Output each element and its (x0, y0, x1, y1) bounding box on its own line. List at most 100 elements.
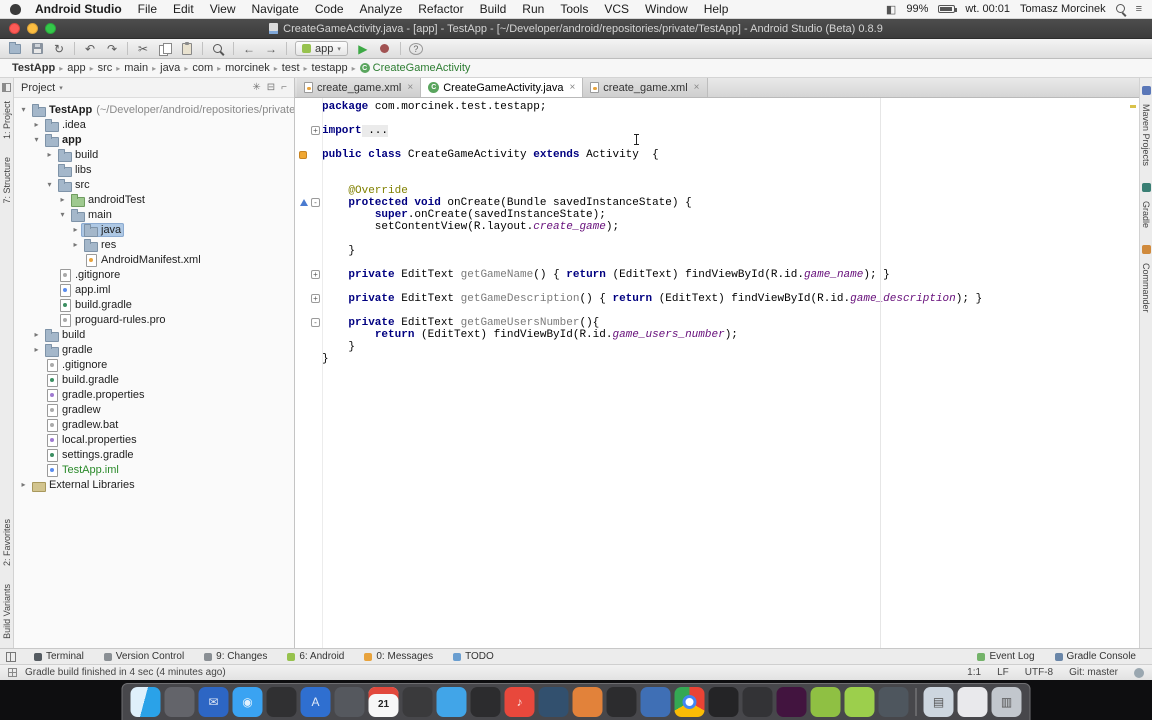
tree-item-java[interactable]: java (81, 223, 124, 237)
dock-app-quicktime[interactable] (879, 687, 909, 717)
dock-app-maps[interactable] (539, 687, 569, 717)
toolwindow-button-gradle-console[interactable]: Gradle Console (1045, 651, 1146, 662)
editor-tab-creategameactivity-java[interactable]: CCreateGameActivity.java× (421, 78, 583, 97)
tree-item-libs[interactable]: libs (55, 163, 95, 177)
code-line[interactable]: +import ... (295, 125, 1139, 137)
toolbar-help-button[interactable]: ? (409, 43, 423, 55)
tree-row-androidmanifest-xml[interactable]: AndroidManifest.xml (14, 252, 294, 267)
toolwindow-button-event-log[interactable]: Event Log (967, 651, 1044, 662)
tree-item-gradlew-bat[interactable]: gradlew.bat (42, 418, 121, 432)
code-line[interactable] (295, 113, 1139, 125)
code-line[interactable] (295, 281, 1139, 293)
dock-app-facetime[interactable] (607, 687, 637, 717)
status-message[interactable]: Gradle build finished in 4 sec (4 minute… (25, 667, 226, 678)
settings-gear-icon[interactable]: ✳ (252, 82, 260, 93)
menu-analyze[interactable]: Analyze (352, 2, 411, 16)
tool-strip-2-favorites[interactable]: 2: Favorites (2, 519, 12, 566)
encoding-indicator[interactable]: UTF-8 (1025, 667, 1053, 678)
tree-item-res[interactable]: res (81, 238, 119, 252)
breadcrumb-creategameactivity[interactable]: CCreateGameActivity (356, 62, 475, 74)
tree-collapse-arrow[interactable]: ▾ (18, 105, 29, 114)
tree-item-app-iml[interactable]: app.iml (55, 283, 113, 297)
breadcrumb-com[interactable]: com (188, 62, 217, 74)
menu-window[interactable]: Window (637, 2, 696, 16)
tool-strip-7-structure[interactable]: 7: Structure (2, 157, 12, 204)
run-configuration-selector[interactable]: app▾ (295, 41, 348, 56)
override-marker-icon[interactable] (300, 199, 308, 206)
tree-row-build-gradle[interactable]: build.gradle (14, 297, 294, 312)
menu-view[interactable]: View (202, 2, 244, 16)
dock-app-notes[interactable] (403, 687, 433, 717)
dock-app-trash[interactable]: ▥ (992, 687, 1022, 717)
code-editor[interactable]: package com.morcinek.test.testapp;+impor… (295, 98, 1139, 648)
tool-strip-build-variants[interactable]: Build Variants (2, 584, 12, 639)
toolwindow-button-0-messages[interactable]: 0: Messages (354, 649, 443, 664)
toolbar-run-button[interactable]: ▶ (356, 41, 370, 57)
tree-row-settings-gradle[interactable]: settings.gradle (14, 447, 294, 462)
tree-row-testapp-iml[interactable]: TestApp.iml (14, 462, 294, 477)
dock-app-android-studio[interactable] (811, 687, 841, 717)
dock-app-app-store[interactable]: A (301, 687, 331, 717)
menu-code[interactable]: Code (307, 2, 352, 16)
tool-window-icon[interactable] (2, 83, 11, 92)
code-line[interactable] (295, 137, 1139, 149)
tool-strip-commander[interactable]: Commander (1141, 263, 1151, 313)
tree-item-testapp[interactable]: TestApp(~/Developer/android/repositories… (29, 103, 294, 117)
toolbar-open-button[interactable] (8, 41, 22, 57)
dock-app-messages[interactable] (437, 687, 467, 717)
dock-app-ibooks[interactable] (573, 687, 603, 717)
toolwindow-button-terminal[interactable]: Terminal (24, 649, 94, 664)
menubar-user[interactable]: Tomasz Morcinek (1020, 3, 1106, 15)
dock-app-app-blue[interactable] (641, 687, 671, 717)
code-line[interactable] (295, 233, 1139, 245)
dock-app-documents[interactable]: ▤ (924, 687, 954, 717)
dock-app-mail[interactable]: ✉ (199, 687, 229, 717)
tree-row-src[interactable]: ▾src (14, 177, 294, 192)
breadcrumb-testapp[interactable]: testapp (308, 62, 352, 74)
tree-expand-arrow[interactable]: ▸ (31, 120, 42, 129)
tree-item-src[interactable]: src (55, 178, 93, 192)
tree-row-build-gradle[interactable]: build.gradle (14, 372, 294, 387)
tree-row-idea[interactable]: ▸.idea (14, 117, 294, 132)
dock-app-finder[interactable] (131, 687, 161, 717)
toolbar-undo-button[interactable]: ↶ (83, 41, 97, 57)
apple-menu-icon[interactable] (10, 4, 21, 15)
git-branch-indicator[interactable]: Git: master (1069, 667, 1118, 678)
minimize-window-button[interactable] (27, 23, 38, 34)
tree-collapse-arrow[interactable]: ▾ (31, 135, 42, 144)
code-line[interactable] (295, 173, 1139, 185)
toolwindow-button-9-changes[interactable]: 9: Changes (194, 649, 277, 664)
fold-collapse-icon[interactable]: - (311, 198, 320, 207)
code-line[interactable]: + private EditText getGameDescription() … (295, 293, 1139, 305)
close-window-button[interactable] (9, 23, 20, 34)
dock-app-intellij[interactable] (743, 687, 773, 717)
fold-expand-icon[interactable]: + (311, 126, 320, 135)
tree-row-external-libraries[interactable]: ▸External Libraries (14, 477, 294, 492)
code-line[interactable]: } (295, 245, 1139, 257)
toolwindow-button-6-android[interactable]: 6: Android (277, 649, 354, 664)
toolbar-find-button[interactable] (211, 41, 225, 57)
status-grid-icon[interactable] (8, 668, 17, 677)
tree-item-build-gradle[interactable]: build.gradle (55, 298, 135, 312)
inspections-hector-icon[interactable] (1134, 668, 1144, 678)
tree-expand-arrow[interactable]: ▸ (18, 480, 29, 489)
tree-row-local-properties[interactable]: local.properties (14, 432, 294, 447)
tree-row-gradlew-bat[interactable]: gradlew.bat (14, 417, 294, 432)
editor-tab-create-game-xml[interactable]: create_game.xml× (297, 78, 421, 97)
toolbar-sync-button[interactable]: ↻ (52, 41, 66, 57)
tree-expand-arrow[interactable]: ▸ (31, 330, 42, 339)
menu-tools[interactable]: Tools (552, 2, 596, 16)
tree-row-gitignore[interactable]: .gitignore (14, 357, 294, 372)
tree-expand-arrow[interactable]: ▸ (57, 195, 68, 204)
code-line[interactable]: @Override (295, 185, 1139, 197)
breadcrumb-src[interactable]: src (94, 62, 117, 74)
toolbar-debug-button[interactable] (378, 41, 392, 57)
fold-expand-icon[interactable]: + (311, 270, 320, 279)
code-line[interactable]: } (295, 353, 1139, 365)
breadcrumb-morcinek[interactable]: morcinek (221, 62, 274, 74)
tree-expand-arrow[interactable]: ▸ (70, 240, 81, 249)
tree-item-build-gradle[interactable]: build.gradle (42, 373, 122, 387)
toolbar-copy-button[interactable] (158, 41, 172, 57)
dock-app-slack[interactable] (777, 687, 807, 717)
dock-app-chrome[interactable] (675, 687, 705, 717)
